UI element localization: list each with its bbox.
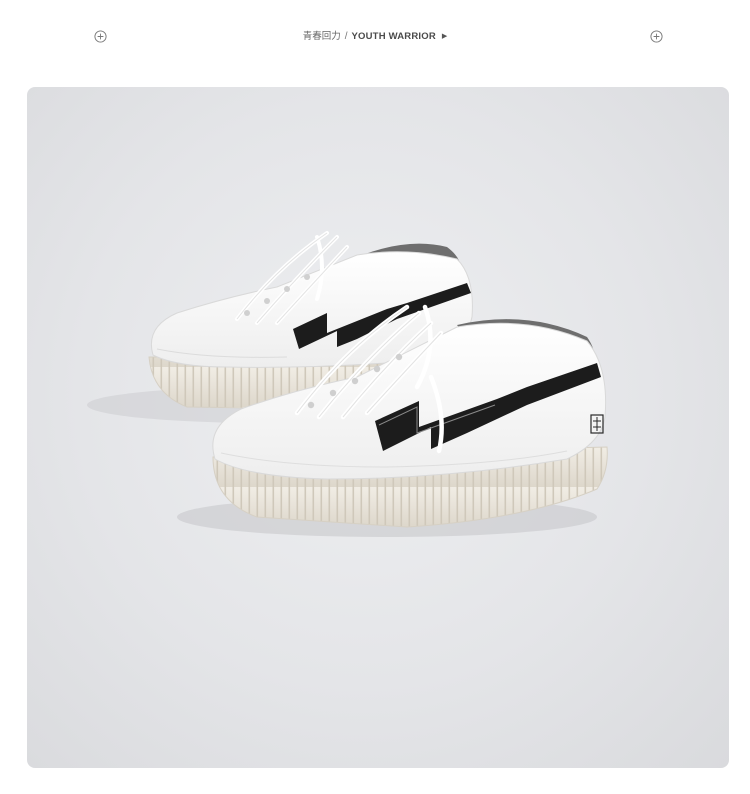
brand-cn-label: 青春回力 [302,31,341,42]
page-header: 青春回力 / YOUTH WARRIOR ▶ [0,0,750,74]
plus-circle-icon[interactable] [650,30,663,43]
breadcrumb-separator: / [344,31,348,42]
brand-breadcrumb: 青春回力 / YOUTH WARRIOR ▶ [0,31,750,43]
brand-en-label[interactable]: YOUTH WARRIOR [352,31,436,42]
product-photo [27,87,729,768]
sneakers-illustration [87,231,608,537]
play-arrow-icon: ▶ [441,33,448,40]
